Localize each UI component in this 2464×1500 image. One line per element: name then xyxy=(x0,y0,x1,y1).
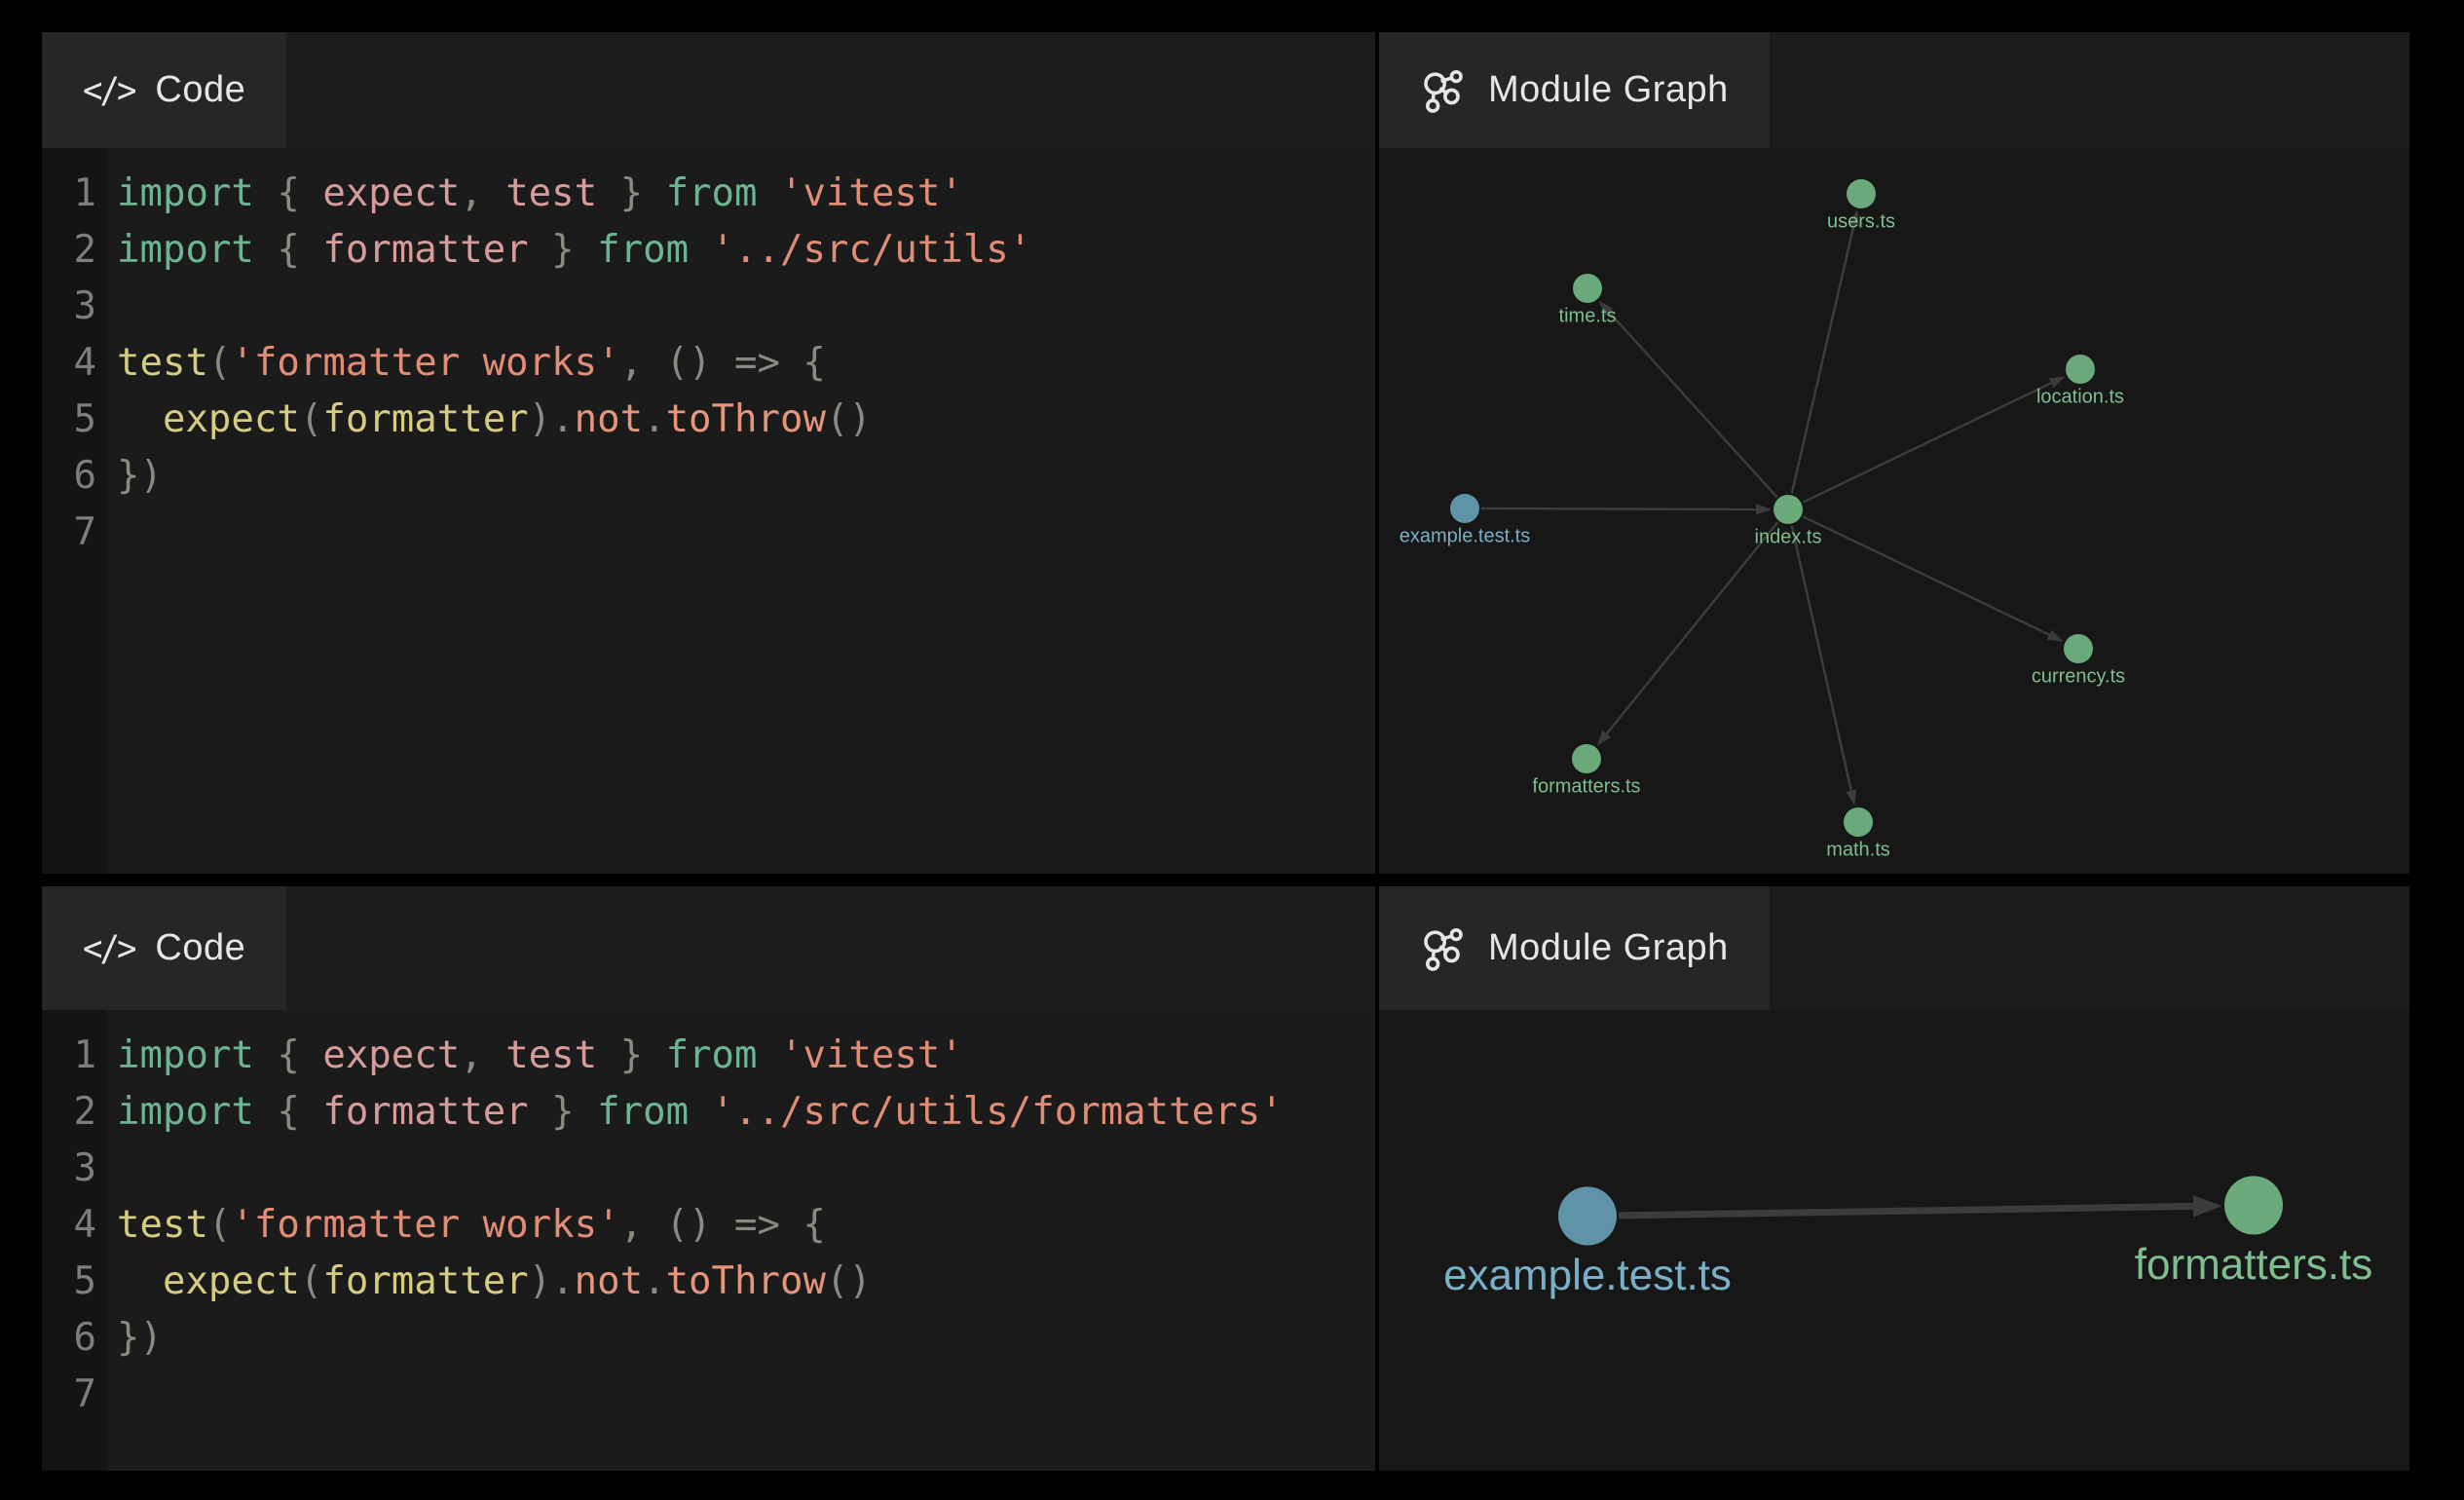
tab-label: Module Graph xyxy=(1488,69,1729,111)
graph-node-formatters.ts[interactable] xyxy=(1572,744,1601,773)
line-number: 7 xyxy=(42,1367,107,1423)
graph-node-label: formatters.ts xyxy=(2135,1241,2372,1289)
code-line: 6}) xyxy=(42,448,1375,505)
graph-node-label: math.ts xyxy=(1826,839,1890,860)
graph-node-location.ts[interactable] xyxy=(2066,355,2095,384)
code-icon: </> xyxy=(83,927,133,969)
line-number: 2 xyxy=(42,1084,107,1141)
code-line: 3 xyxy=(42,279,1375,335)
code-text: expect(formatter).not.toThrow() xyxy=(107,1254,872,1310)
code-line: 5 expect(formatter).not.toThrow() xyxy=(42,392,1375,448)
module-graph-panel-bottom: Module Graph example.test.ts formatters.t… xyxy=(1379,886,2409,1471)
module-graph-icon xyxy=(1420,67,1467,114)
code-line: 7 xyxy=(42,1367,1375,1423)
code-text xyxy=(107,505,117,561)
module-graph-canvas-top[interactable]: users.ts time.ts location.ts example.test.t… xyxy=(1379,148,2409,874)
graph-node-example.test.ts[interactable] xyxy=(1450,494,1479,523)
graph-edge-arrowhead xyxy=(2193,1195,2222,1217)
line-number: 5 xyxy=(42,1254,107,1310)
code-text: import { expect, test } from 'vitest' xyxy=(107,166,963,222)
graph-node-label: index.ts xyxy=(1755,526,1822,547)
tab-code-top[interactable]: </> Code xyxy=(42,32,286,148)
graph-node-label: formatters.ts xyxy=(1532,775,1640,797)
line-number: 4 xyxy=(42,335,107,392)
graph-node-label: time.ts xyxy=(1559,305,1617,326)
tab-label: Code xyxy=(155,927,245,969)
panel-header: Module Graph xyxy=(1379,32,2409,148)
line-number: 4 xyxy=(42,1197,107,1254)
panel-header: </> Code xyxy=(42,32,1375,148)
graph-node-time.ts[interactable] xyxy=(1573,274,1602,303)
tab-code-bottom[interactable]: </> Code xyxy=(42,886,286,1010)
graph-edge-arrowhead xyxy=(1846,790,1856,806)
code-text: expect(formatter).not.toThrow() xyxy=(107,392,872,448)
graph-node-label: location.ts xyxy=(2036,386,2124,407)
graph-edge xyxy=(1792,225,1854,493)
graph-node-label: currency.ts xyxy=(2032,665,2125,687)
graph-node-users.ts[interactable] xyxy=(1847,179,1876,208)
code-text: import { expect, test } from 'vitest' xyxy=(107,1028,963,1084)
tab-module-graph-top[interactable]: Module Graph xyxy=(1379,32,1770,148)
graph-node-label: example.test.ts xyxy=(1443,1252,1732,1299)
code-line: 7 xyxy=(42,505,1375,561)
code-text xyxy=(107,1141,117,1197)
line-number: 2 xyxy=(42,222,107,279)
code-line: 2import { formatter } from '../src/utils… xyxy=(42,222,1375,279)
code-text: import { formatter } from '../src/utils' xyxy=(107,222,1031,279)
graph-node-label: example.test.ts xyxy=(1400,525,1531,546)
graph-edge xyxy=(1803,516,2049,634)
tab-module-graph-bottom[interactable]: Module Graph xyxy=(1379,886,1770,1010)
code-text: import { formatter } from '../src/utils/… xyxy=(107,1084,1284,1141)
graph-node-formatters.ts[interactable] xyxy=(2224,1176,2283,1234)
code-text: test('formatter works', () => { xyxy=(107,1197,826,1254)
code-text xyxy=(107,1367,117,1423)
line-number: 1 xyxy=(42,1028,107,1084)
graph-node-label: users.ts xyxy=(1827,210,1895,232)
graph-edge-arrowhead xyxy=(1756,504,1772,514)
code-line: 3 xyxy=(42,1141,1375,1197)
line-number: 1 xyxy=(42,166,107,222)
graph-node-example.test.ts[interactable] xyxy=(1558,1186,1617,1245)
graph-node-index.ts[interactable] xyxy=(1773,495,1803,524)
code-text: }) xyxy=(107,1310,163,1367)
code-panel-top: </> Code 1import { expect, test } from '… xyxy=(42,32,1375,874)
code-text xyxy=(107,279,117,335)
module-graph-panel-top: Module Graph users.ts time.ts location.ts e… xyxy=(1379,32,2409,874)
line-number: 3 xyxy=(42,279,107,335)
line-number: 6 xyxy=(42,1310,107,1367)
graph-edge xyxy=(1607,522,1778,733)
line-number: 5 xyxy=(42,392,107,448)
code-line: 1import { expect, test } from 'vitest' xyxy=(42,166,1375,222)
code-text: }) xyxy=(107,448,163,505)
code-editor-top[interactable]: 1import { expect, test } from 'vitest'2i… xyxy=(42,148,1375,874)
code-panel-bottom: </> Code 1import { expect, test } from '… xyxy=(42,886,1375,1471)
code-line: 1import { expect, test } from 'vitest' xyxy=(42,1028,1375,1084)
line-number: 7 xyxy=(42,505,107,561)
graph-edge xyxy=(1803,383,2051,502)
graph-edge xyxy=(1619,1206,2193,1216)
graph-node-math.ts[interactable] xyxy=(1844,807,1873,837)
graph-edge xyxy=(1481,508,1756,509)
code-line: 4test('formatter works', () => { xyxy=(42,335,1375,392)
code-text: test('formatter works', () => { xyxy=(107,335,826,392)
line-number: 3 xyxy=(42,1141,107,1197)
graph-node-currency.ts[interactable] xyxy=(2064,634,2093,663)
module-graph-canvas-bottom[interactable]: example.test.ts formatters.ts xyxy=(1379,1010,2409,1471)
panel-header: </> Code xyxy=(42,886,1375,1010)
code-line: 4test('formatter works', () => { xyxy=(42,1197,1375,1254)
tab-label: Code xyxy=(155,69,245,111)
code-line: 2import { formatter } from '../src/utils… xyxy=(42,1084,1375,1141)
panel-header: Module Graph xyxy=(1379,886,2409,1010)
code-line: 5 expect(formatter).not.toThrow() xyxy=(42,1254,1375,1310)
code-editor-bottom[interactable]: 1import { expect, test } from 'vitest'2i… xyxy=(42,1010,1375,1471)
code-icon: </> xyxy=(83,69,133,111)
graph-edge xyxy=(1609,312,1776,497)
line-number: 6 xyxy=(42,448,107,505)
graph-edge-arrowhead xyxy=(2047,630,2064,642)
tab-label: Module Graph xyxy=(1488,927,1729,969)
vitest-ui-page: </> Code 1import { expect, test } from '… xyxy=(0,0,2464,1500)
code-line: 6}) xyxy=(42,1310,1375,1367)
graph-edge xyxy=(1792,526,1851,791)
module-graph-icon xyxy=(1420,925,1467,972)
